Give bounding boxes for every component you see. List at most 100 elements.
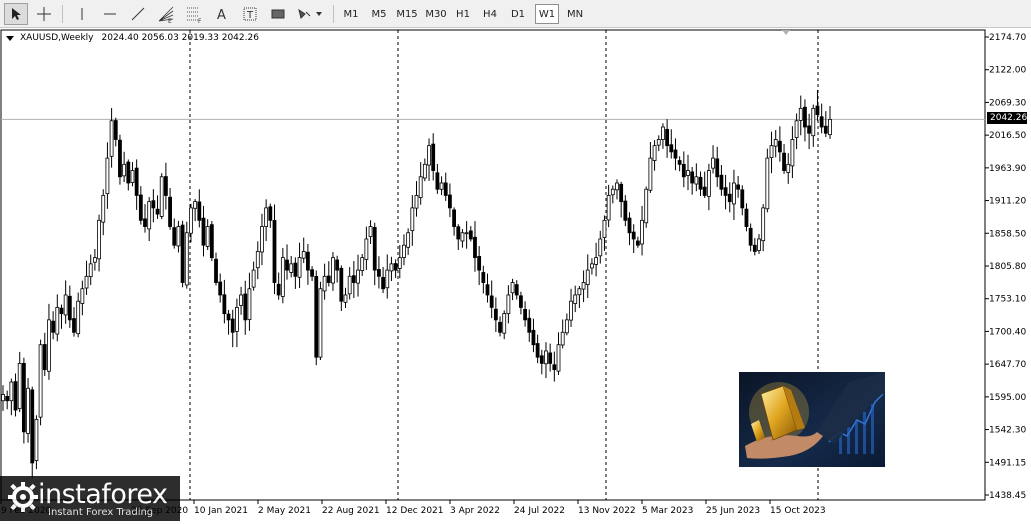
candle-body bbox=[769, 145, 774, 159]
text-label-icon[interactable]: T bbox=[238, 3, 262, 25]
fibonacci-retracement-icon[interactable]: F bbox=[182, 3, 206, 25]
candle-body bbox=[598, 238, 603, 257]
candle-body bbox=[9, 381, 14, 402]
candle-body bbox=[293, 262, 298, 277]
trendline-icon[interactable] bbox=[126, 3, 150, 25]
candle-body bbox=[30, 389, 35, 464]
candle-body bbox=[564, 319, 569, 334]
timeframe-m30[interactable]: M30 bbox=[422, 4, 450, 24]
candle-body bbox=[84, 275, 89, 289]
logo-name: instaforex bbox=[38, 479, 168, 510]
candle-body bbox=[301, 251, 306, 259]
candle-body bbox=[5, 396, 10, 402]
candle-body bbox=[481, 272, 486, 283]
candle-body bbox=[648, 157, 653, 191]
candle-body bbox=[13, 381, 18, 411]
candle-body bbox=[610, 188, 615, 196]
candle-body bbox=[752, 244, 757, 252]
candle-body bbox=[234, 307, 239, 332]
candle-body bbox=[748, 227, 753, 246]
symbol-info: XAUUSD,Weekly 2024.40 2056.03 2019.33 20… bbox=[6, 33, 259, 43]
candle-body bbox=[828, 118, 832, 136]
candle-body bbox=[602, 219, 607, 238]
candle-body bbox=[519, 295, 523, 308]
candle-body bbox=[280, 257, 285, 297]
candle-body bbox=[544, 350, 548, 365]
timeframe-h4[interactable]: H4 bbox=[478, 4, 502, 24]
y-tick-label: 1753.10 bbox=[989, 295, 1026, 305]
candle-body bbox=[669, 144, 674, 153]
candle-body bbox=[393, 263, 398, 271]
candle-body bbox=[88, 263, 93, 278]
candle-body bbox=[777, 140, 782, 153]
candle-body bbox=[389, 263, 394, 272]
y-tick-label: 1595.00 bbox=[989, 393, 1026, 403]
candle-body bbox=[715, 158, 720, 178]
timeframe-w1[interactable]: W1 bbox=[535, 4, 559, 24]
candle-body bbox=[652, 145, 657, 161]
timeframe-mn[interactable]: MN bbox=[562, 4, 588, 24]
candle-body bbox=[368, 226, 373, 238]
x-tick-label: 25 Jun 2023 bbox=[706, 506, 760, 516]
candle-body bbox=[322, 275, 327, 292]
x-tick-label: 5 Mar 2023 bbox=[642, 506, 693, 516]
candle-body bbox=[155, 208, 160, 215]
candle-body bbox=[97, 219, 101, 260]
candle-body bbox=[205, 226, 210, 247]
vertical-line-icon[interactable] bbox=[70, 3, 94, 25]
candle-body bbox=[615, 182, 619, 191]
candle-body bbox=[711, 157, 715, 169]
candle-body bbox=[744, 208, 749, 227]
candle-body bbox=[807, 125, 812, 134]
candle-body bbox=[552, 364, 557, 371]
candle-body bbox=[452, 209, 456, 227]
candle-body bbox=[21, 363, 26, 433]
candle-body bbox=[581, 282, 586, 290]
x-tick-label: 12 Dec 2021 bbox=[386, 506, 444, 516]
candle-body bbox=[498, 321, 502, 333]
candle-body bbox=[468, 230, 473, 240]
chevron-down-icon[interactable] bbox=[6, 35, 14, 41]
candle-body bbox=[151, 200, 156, 209]
crosshair-icon[interactable] bbox=[32, 3, 56, 25]
instaforex-logo: instaforex Instant Forex Trading bbox=[0, 476, 180, 521]
cursor-icon[interactable] bbox=[4, 3, 28, 25]
y-tick-label: 2069.30 bbox=[989, 98, 1026, 108]
candle-body bbox=[765, 157, 770, 210]
candle-body bbox=[798, 107, 803, 121]
text-icon[interactable]: A bbox=[210, 3, 234, 25]
rectangle-icon[interactable] bbox=[266, 3, 290, 25]
y-tick-label: 2122.00 bbox=[989, 66, 1026, 76]
candle-body bbox=[243, 293, 248, 321]
candle-body bbox=[209, 224, 214, 259]
candle-body bbox=[656, 139, 661, 146]
candle-body bbox=[101, 195, 106, 223]
candle-body bbox=[539, 355, 544, 364]
candle-body bbox=[727, 193, 732, 203]
candle-body bbox=[732, 182, 736, 205]
candle-body bbox=[113, 120, 118, 140]
candle-body bbox=[677, 160, 682, 165]
svg-text:A: A bbox=[217, 8, 226, 21]
shapes-dropdown-icon[interactable] bbox=[294, 3, 326, 25]
gold-bar-ad-image[interactable] bbox=[739, 372, 885, 467]
candle-body bbox=[364, 238, 369, 260]
candle-body bbox=[811, 107, 816, 137]
timeframe-h1[interactable]: H1 bbox=[451, 4, 475, 24]
x-tick-label: 10 Jan 2021 bbox=[194, 506, 248, 516]
candle-body bbox=[690, 171, 695, 184]
timeframe-m15[interactable]: M15 bbox=[394, 4, 420, 24]
timeframe-m5[interactable]: M5 bbox=[366, 4, 392, 24]
timeframe-m1[interactable]: M1 bbox=[339, 4, 363, 24]
fibonacci-fan-icon[interactable]: E bbox=[154, 3, 178, 25]
candle-body bbox=[226, 313, 231, 321]
candle-body bbox=[126, 161, 131, 184]
candle-body bbox=[385, 269, 390, 289]
candle-body bbox=[489, 295, 494, 308]
candle-body bbox=[289, 263, 294, 273]
candle-body bbox=[335, 259, 340, 271]
timeframe-d1[interactable]: D1 bbox=[506, 4, 530, 24]
candle-body bbox=[42, 344, 47, 371]
horizontal-line-icon[interactable] bbox=[98, 3, 122, 25]
candle-body bbox=[523, 308, 527, 321]
